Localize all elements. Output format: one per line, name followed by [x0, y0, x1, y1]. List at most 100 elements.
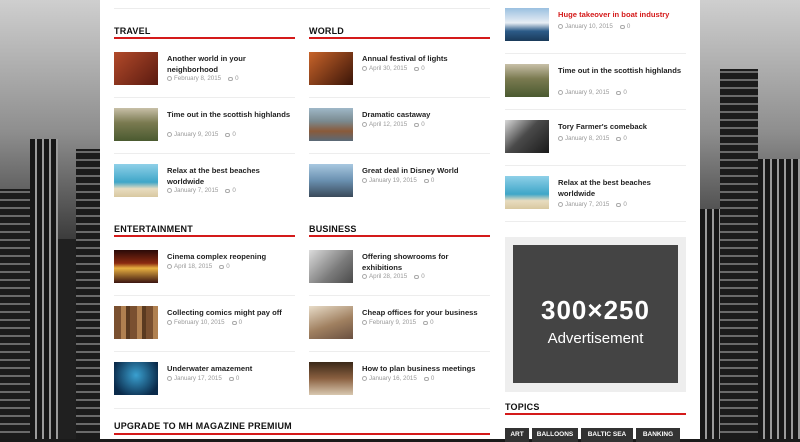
post-title[interactable]: Cinema complex reopening [167, 252, 295, 263]
post-meta: January 9, 2015 0 [558, 89, 627, 96]
post-thumbnail[interactable] [309, 164, 353, 197]
comment-icon [616, 91, 622, 95]
section-title-travel: TRAVEL [114, 26, 151, 36]
post-meta: January 19, 2015 0 [362, 177, 434, 184]
section-rule [309, 37, 490, 39]
list-item[interactable]: Collecting comics might pay off February… [114, 306, 295, 346]
post-meta: January 9, 2015 0 [167, 131, 236, 138]
post-meta: April 30, 2015 0 [362, 65, 425, 72]
post-title[interactable]: Time out in the scottish highlands [558, 66, 686, 77]
clock-icon [362, 274, 367, 279]
post-thumbnail[interactable] [114, 108, 158, 141]
section-rule [114, 433, 490, 435]
post-thumbnail[interactable] [309, 306, 353, 339]
comment-icon [423, 321, 429, 325]
sidebar-post[interactable]: Time out in the scottish highlands Janua… [505, 64, 686, 104]
clock-icon [558, 90, 563, 95]
post-thumbnail[interactable] [114, 164, 158, 197]
list-item[interactable]: Time out in the scottish highlands Janua… [114, 108, 295, 148]
clock-icon [362, 320, 367, 325]
post-title[interactable]: Tory Farmer's comeback [558, 122, 686, 133]
advertisement-placeholder[interactable]: 300×250 Advertisement [513, 245, 678, 383]
list-item[interactable]: How to plan business meetings January 16… [309, 362, 490, 402]
sidebar-post[interactable]: Huge takeover in boat industry January 1… [505, 8, 686, 48]
post-title[interactable]: Underwater amazement [167, 364, 295, 375]
clock-icon [362, 178, 367, 183]
post-title[interactable]: Annual festival of lights [362, 54, 490, 65]
comment-icon [414, 123, 420, 127]
comment-icon [219, 265, 225, 269]
post-meta: January 17, 2015 0 [167, 375, 239, 382]
post-title[interactable]: Relax at the best beaches worldwide [167, 166, 295, 187]
list-item[interactable]: Cinema complex reopening April 18, 2015 0 [114, 250, 295, 290]
advertisement-banner[interactable]: 300×250 Advertisement [505, 237, 686, 392]
section-rule [114, 235, 295, 237]
post-meta: January 8, 2015 0 [558, 135, 627, 142]
comment-icon [423, 179, 429, 183]
main-content: TRAVEL Another world in your neighborhoo… [100, 0, 700, 442]
comment-icon [228, 377, 234, 381]
post-title[interactable]: Offering showrooms for exhibitions [362, 252, 490, 273]
clock-icon [167, 188, 172, 193]
post-thumbnail[interactable] [505, 176, 549, 209]
post-thumbnail[interactable] [114, 306, 158, 339]
post-thumbnail[interactable] [309, 52, 353, 85]
post-thumbnail[interactable] [505, 120, 549, 153]
sidebar-post[interactable]: Tory Farmer's comeback January 8, 2015 0 [505, 120, 686, 160]
tag-banking[interactable]: BANKING [636, 428, 680, 442]
list-item[interactable]: Offering showrooms for exhibitions April… [309, 250, 490, 290]
comment-icon [414, 67, 420, 71]
post-thumbnail[interactable] [114, 52, 158, 85]
section-title-entertainment: ENTERTAINMENT [114, 224, 193, 234]
clock-icon [167, 76, 172, 81]
clock-icon [558, 24, 563, 29]
list-item[interactable]: Annual festival of lights April 30, 2015… [309, 52, 490, 92]
post-title[interactable]: Huge takeover in boat industry [558, 10, 686, 21]
post-title[interactable]: Relax at the best beaches worldwide [558, 178, 686, 199]
section-title-business: BUSINESS [309, 224, 357, 234]
list-item[interactable]: Cheap offices for your business February… [309, 306, 490, 346]
clock-icon [558, 136, 563, 141]
post-meta: April 28, 2015 0 [362, 273, 425, 280]
post-thumbnail[interactable] [309, 362, 353, 395]
comment-icon [423, 377, 429, 381]
clock-icon [362, 376, 367, 381]
post-thumbnail[interactable] [309, 250, 353, 283]
list-item[interactable]: Another world in your neighborhood Febru… [114, 52, 295, 92]
sidebar-post[interactable]: Relax at the best beaches worldwide Janu… [505, 176, 686, 216]
post-title[interactable]: Collecting comics might pay off [167, 308, 295, 319]
post-title[interactable]: Another world in your neighborhood [167, 54, 295, 75]
section-title-topics: TOPICS [505, 402, 540, 412]
post-meta: January 7, 2015 0 [558, 201, 627, 208]
post-meta: January 16, 2015 0 [362, 375, 434, 382]
list-item[interactable]: Underwater amazement January 17, 2015 0 [114, 362, 295, 402]
tag-baltic-sea[interactable]: BALTIC SEA [581, 428, 633, 442]
list-item[interactable]: Relax at the best beaches worldwide Janu… [114, 164, 295, 204]
post-title[interactable]: Time out in the scottish highlands [167, 110, 295, 121]
comment-icon [414, 275, 420, 279]
comment-icon [228, 77, 234, 81]
post-meta: February 9, 2015 0 [362, 319, 434, 326]
clock-icon [167, 320, 172, 325]
post-thumbnail[interactable] [114, 362, 158, 395]
section-rule [114, 37, 295, 39]
ad-size-label: 300×250 [541, 295, 650, 325]
post-title[interactable]: Great deal in Disney World [362, 166, 490, 177]
list-item[interactable]: Great deal in Disney World January 19, 2… [309, 164, 490, 204]
post-thumbnail[interactable] [505, 8, 549, 41]
top-divider [114, 8, 490, 9]
post-title[interactable]: Dramatic castaway [362, 110, 490, 121]
tag-balloons[interactable]: BALLOONS [532, 428, 578, 442]
comment-icon [616, 137, 622, 141]
list-item[interactable]: Dramatic castaway April 12, 2015 0 [309, 108, 490, 148]
section-rule [309, 235, 490, 237]
section-rule [505, 413, 686, 415]
post-meta: January 7, 2015 0 [167, 187, 236, 194]
post-meta: February 10, 2015 0 [167, 319, 242, 326]
post-title[interactable]: Cheap offices for your business [362, 308, 490, 319]
post-thumbnail[interactable] [114, 250, 158, 283]
tag-art[interactable]: ART [505, 428, 529, 442]
post-thumbnail[interactable] [309, 108, 353, 141]
post-title[interactable]: How to plan business meetings [362, 364, 490, 375]
post-thumbnail[interactable] [505, 64, 549, 97]
